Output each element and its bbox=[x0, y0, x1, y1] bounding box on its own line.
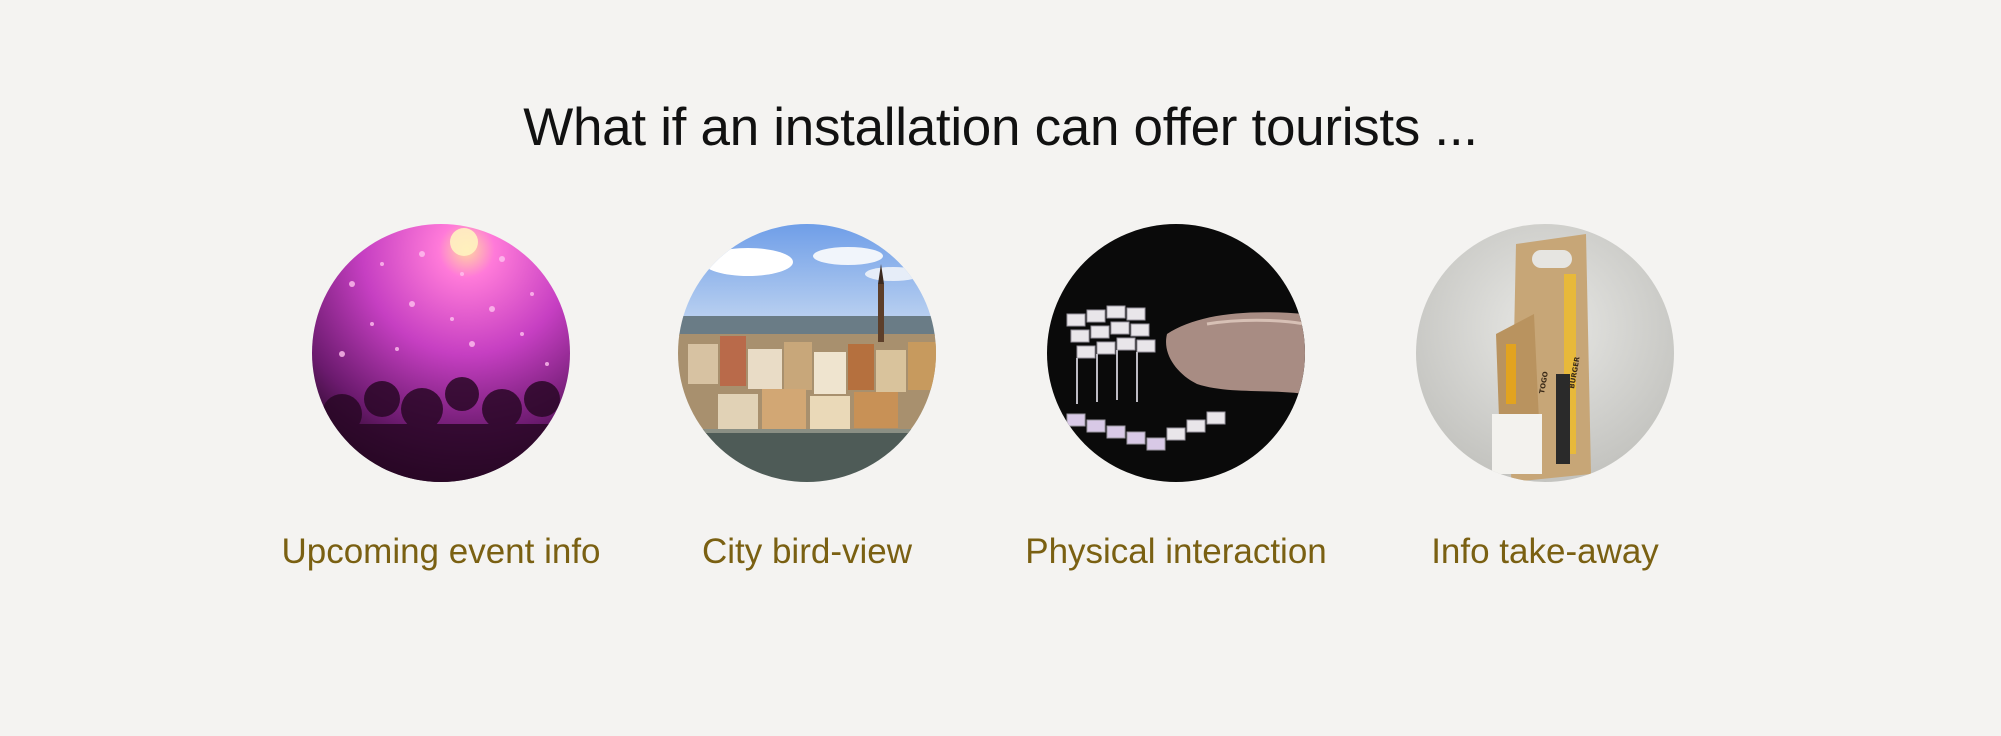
feature-item-physical-interaction: Physical interaction bbox=[1011, 224, 1341, 574]
feature-item-city-bird-view: City bird-view bbox=[642, 224, 972, 574]
slide-title: What if an installation can offer touris… bbox=[523, 98, 1478, 157]
cardboard-takeaway-carrier-photo: TOGO BURGER bbox=[1416, 224, 1674, 482]
feature-label: Physical interaction bbox=[1025, 532, 1327, 571]
city-aerial-photo bbox=[678, 224, 936, 482]
hand-on-tactile-model-photo bbox=[1047, 224, 1305, 482]
concert-crowd-photo bbox=[312, 224, 570, 482]
feature-item-event-info: Upcoming event info bbox=[276, 224, 606, 574]
feature-label: Upcoming event info bbox=[281, 532, 601, 571]
feature-label: Info take-away bbox=[1431, 532, 1659, 571]
feature-label: City bird-view bbox=[701, 532, 913, 571]
feature-item-info-take-away: TOGO BURGER Info take-away bbox=[1380, 224, 1710, 574]
